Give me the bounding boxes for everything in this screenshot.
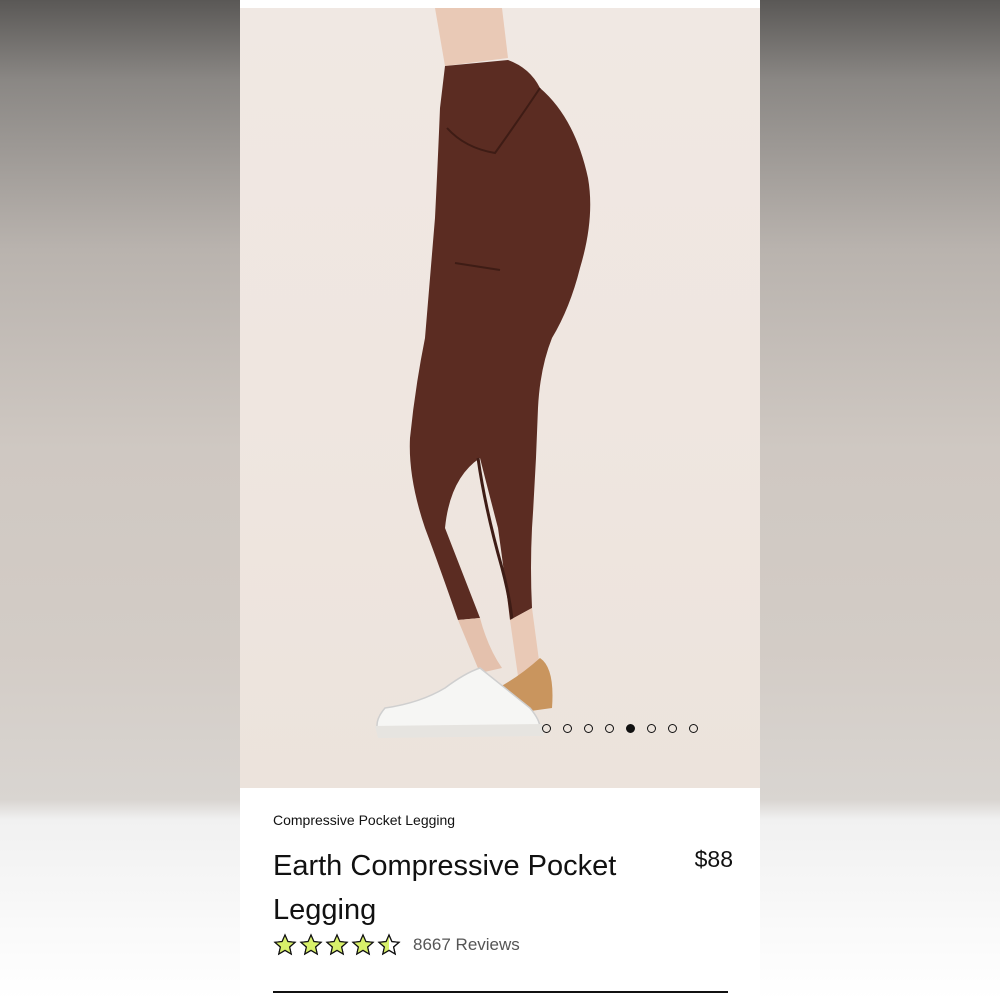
carousel-dot-1[interactable] <box>542 724 551 733</box>
star-full-icon <box>325 933 349 957</box>
star-half-icon <box>377 933 401 957</box>
carousel-dot-8[interactable] <box>689 724 698 733</box>
carousel-dot-2[interactable] <box>563 724 572 733</box>
star-rating <box>273 933 401 957</box>
product-image[interactable] <box>240 8 760 788</box>
product-category: Compressive Pocket Legging <box>273 812 456 828</box>
star-full-icon <box>299 933 323 957</box>
blurred-background-left <box>0 0 240 1000</box>
carousel-dot-6[interactable] <box>647 724 656 733</box>
product-photo <box>375 8 591 738</box>
reviews-link[interactable]: 8667 Reviews <box>413 935 520 955</box>
legging-shape <box>409 60 591 620</box>
product-price: $88 <box>694 846 733 872</box>
rating-row[interactable]: 8667 Reviews <box>273 933 520 957</box>
star-full-icon <box>273 933 297 957</box>
product-page: Compressive Pocket Legging Earth Compres… <box>240 0 760 1000</box>
carousel-dot-5-active[interactable] <box>626 724 635 733</box>
blurred-background-right <box>760 0 1000 1000</box>
carousel-dot-7[interactable] <box>668 724 677 733</box>
carousel-indicators <box>542 724 698 733</box>
product-title: Earth Compressive Pocket Legging <box>273 850 617 926</box>
carousel-dot-4[interactable] <box>605 724 614 733</box>
star-full-icon <box>351 933 375 957</box>
carousel-dot-3[interactable] <box>584 724 593 733</box>
divider <box>273 991 728 993</box>
